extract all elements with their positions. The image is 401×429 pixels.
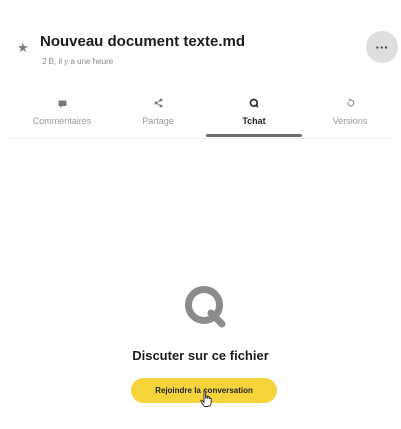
more-actions-button[interactable]: ··· — [366, 31, 398, 63]
file-info: 2 B, il y a une heure — [42, 57, 114, 66]
tab-share[interactable]: Partage — [110, 93, 206, 139]
file-title: Nouveau document texte.md — [40, 33, 246, 50]
active-tab-indicator — [206, 134, 302, 137]
tab-label: Commentaires — [32, 116, 92, 126]
history-icon — [302, 98, 398, 114]
empty-state-title: Discuter sur ce fichier — [132, 348, 269, 363]
sidebar-panel: ★ Nouveau document texte.md 2 B, il y a … — [8, 0, 398, 429]
tab-chat[interactable]: Tchat — [206, 93, 302, 139]
tab-label: Versions — [332, 116, 368, 126]
tab-versions[interactable]: Versions — [302, 93, 398, 139]
tab-comments[interactable]: Commentaires — [14, 93, 110, 139]
hand-cursor-icon — [200, 390, 212, 407]
comment-icon — [14, 98, 110, 114]
tab-bar: Commentaires Partage Tchat Versions — [8, 93, 393, 139]
tab-label: Tchat — [242, 116, 266, 126]
chat-icon — [206, 98, 302, 114]
chat-icon — [185, 286, 226, 328]
share-icon — [110, 98, 206, 114]
tab-label: Partage — [142, 116, 174, 126]
favorite-star-icon[interactable]: ★ — [17, 41, 29, 54]
